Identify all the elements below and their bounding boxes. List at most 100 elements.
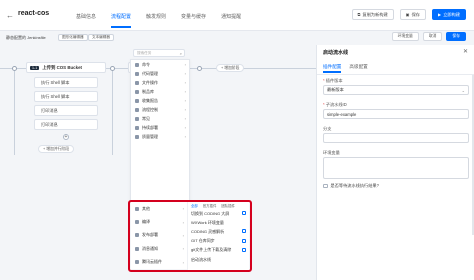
env-variables-label: 环境变量 <box>397 34 413 38</box>
category-label: 常见 <box>142 115 150 121</box>
close-icon[interactable]: ✕ <box>463 48 468 55</box>
file-icon <box>135 80 139 85</box>
save-button[interactable]: 保存 <box>446 32 466 41</box>
deploy-icon <box>135 125 139 130</box>
category-label: 质量管理 <box>142 133 158 139</box>
stage1-index: 1-1 <box>30 65 40 70</box>
tab-variables-cache[interactable]: 变量与缓存 <box>181 13 206 20</box>
chevron-right-icon: › <box>184 98 186 103</box>
category-item[interactable]: 常见 › <box>131 114 189 123</box>
stage1-header[interactable]: 1-1 上传到 COS Bucket <box>26 62 106 73</box>
chevron-right-icon: › <box>184 71 186 76</box>
plugin-version-select[interactable]: 最新版本 ⌄ <box>323 85 469 95</box>
category-item[interactable]: 质量管理 › <box>131 132 189 141</box>
chevron-right-icon: › <box>184 125 186 130</box>
run-build-label: 立即构建 <box>443 11 460 17</box>
pipeline-id-field[interactable]: simple-example <box>323 109 469 119</box>
wait-result-label: 是否等待流水线执行结果? <box>330 183 379 188</box>
category-label: 制品库 <box>142 88 154 94</box>
text-editor-tab[interactable]: 文本编辑器 <box>88 34 114 41</box>
search-icon: ⌕ <box>179 51 182 56</box>
plugin-version-label-text: 插件版本 <box>325 78 343 83</box>
save-icon: ▣ <box>405 12 410 17</box>
category-item[interactable]: 制品库 › <box>131 87 189 96</box>
tab-basic-info[interactable]: 基础信息 <box>76 13 96 20</box>
category-item[interactable]: 持续部署 › <box>131 123 189 132</box>
save-top-button[interactable]: ▣ 保存 <box>399 9 426 20</box>
chevron-right-icon: › <box>184 80 186 85</box>
stage-join-node <box>110 66 115 71</box>
copy-build-button[interactable]: ⧉ 复制为新构建 <box>351 9 394 20</box>
chevron-right-icon: › <box>184 107 186 112</box>
stage1-step[interactable]: 打印消息 <box>34 119 98 130</box>
pipeline-id-label: * 子流水线ID <box>323 102 347 107</box>
env-variables-label: 环境变量 <box>323 150 340 155</box>
report-icon <box>135 98 139 103</box>
wait-result-option[interactable]: 是否等待流水线执行结果? <box>323 183 379 189</box>
play-icon: ▶ <box>438 12 442 17</box>
task-search-input[interactable]: 搜索任务 ⌕ <box>133 49 185 57</box>
cancel-button[interactable]: 取消 <box>422 32 443 41</box>
branch-field[interactable] <box>323 133 469 143</box>
tab-plugin-config[interactable]: 插件配置 <box>323 64 342 73</box>
code-icon <box>135 71 139 76</box>
wait-result-checkbox[interactable] <box>323 183 328 189</box>
category-item[interactable]: 收集报告 › <box>131 96 189 105</box>
stage1-connector-right <box>112 71 113 155</box>
cancel-label: 取消 <box>428 34 437 38</box>
add-parallel-stage-button[interactable]: + 增加并行阶段 <box>38 145 75 153</box>
panel-tabs: 插件配置 高级配置 <box>323 64 368 73</box>
category-item[interactable]: 代码管理 › <box>131 69 189 78</box>
quality-icon <box>135 134 139 139</box>
main-tabs: 基础信息 流程配置 触发规则 变量与缓存 通知提醒 <box>76 13 241 28</box>
env-variables-field[interactable] <box>323 157 469 179</box>
task-category-menu: 命令 › 代码管理 › 文件操作 › 制品库 › 收集报告 › 流程控制 › 常见 › 持续部… <box>130 59 190 201</box>
category-label: 收集报告 <box>142 97 158 103</box>
category-label: 持续部署 <box>142 124 158 130</box>
subbar-actions: 环境变量 取消 保存 <box>391 32 466 41</box>
tab-advanced-config[interactable]: 高级配置 <box>349 64 367 70</box>
category-item[interactable]: 文件操作 › <box>131 78 189 87</box>
category-item[interactable]: 流程控制 › <box>131 105 189 114</box>
plugin-version-value: 最新版本 <box>327 87 344 92</box>
chevron-right-icon: › <box>184 116 186 121</box>
stage-join-node-2 <box>197 66 202 71</box>
chevron-down-icon: ⌄ <box>461 88 465 93</box>
panel-title: 启动流水线 <box>323 50 349 56</box>
common-icon <box>135 116 139 121</box>
stage1-step[interactable]: 打印消息 <box>34 105 98 116</box>
tab-notifications[interactable]: 通知提醒 <box>221 13 241 20</box>
add-stage-button[interactable]: + 增加阶段 <box>216 64 245 72</box>
category-label: 代码管理 <box>142 70 158 76</box>
stage1-step[interactable]: 执行 Shell 脚本 <box>34 77 98 88</box>
stage1-connector <box>14 71 15 155</box>
panel-divider <box>317 74 474 75</box>
save-label: 保存 <box>452 34 460 38</box>
add-step-icon[interactable]: + <box>63 134 69 140</box>
category-label: 文件操作 <box>142 79 158 85</box>
command-icon <box>135 62 139 67</box>
copy-build-label: 复制为新构建 <box>362 11 388 17</box>
jenkinsfile-label: 静态配置的 Jenkinsfile <box>6 35 46 40</box>
top-bar: ← react-cos 基础信息 流程配置 触发规则 变量与缓存 通知提醒 ⧉ … <box>0 0 474 31</box>
run-build-button[interactable]: ▶ 立即构建 <box>432 9 466 20</box>
tab-trigger-rules[interactable]: 触发规则 <box>146 13 166 20</box>
artifact-icon <box>135 89 139 94</box>
step-config-panel: 启动流水线 ✕ 插件配置 高级配置 * 插件版本 最新版本 ⌄ * 子流水线ID… <box>316 45 474 280</box>
app-name: react-cos <box>18 10 50 17</box>
copy-icon: ⧉ <box>357 12 361 17</box>
chevron-right-icon: › <box>184 62 186 67</box>
category-label: 命令 <box>142 61 150 67</box>
category-label: 流程控制 <box>142 106 158 112</box>
back-arrow-icon[interactable]: ← <box>6 11 14 20</box>
category-item[interactable]: 命令 › <box>131 60 189 69</box>
highlight-box <box>128 200 252 272</box>
tab-flow-config[interactable]: 流程配置 <box>111 13 132 28</box>
env-variables-button[interactable]: 环境变量 <box>391 32 419 41</box>
graphic-editor-tab[interactable]: 图形化编辑器 <box>58 34 88 41</box>
chevron-right-icon: › <box>184 89 186 94</box>
chevron-right-icon: › <box>184 134 186 139</box>
flow-icon <box>135 107 139 112</box>
stage1-step[interactable]: 执行 Shell 脚本 <box>34 91 98 102</box>
plugin-version-label: * 插件版本 <box>323 78 343 83</box>
